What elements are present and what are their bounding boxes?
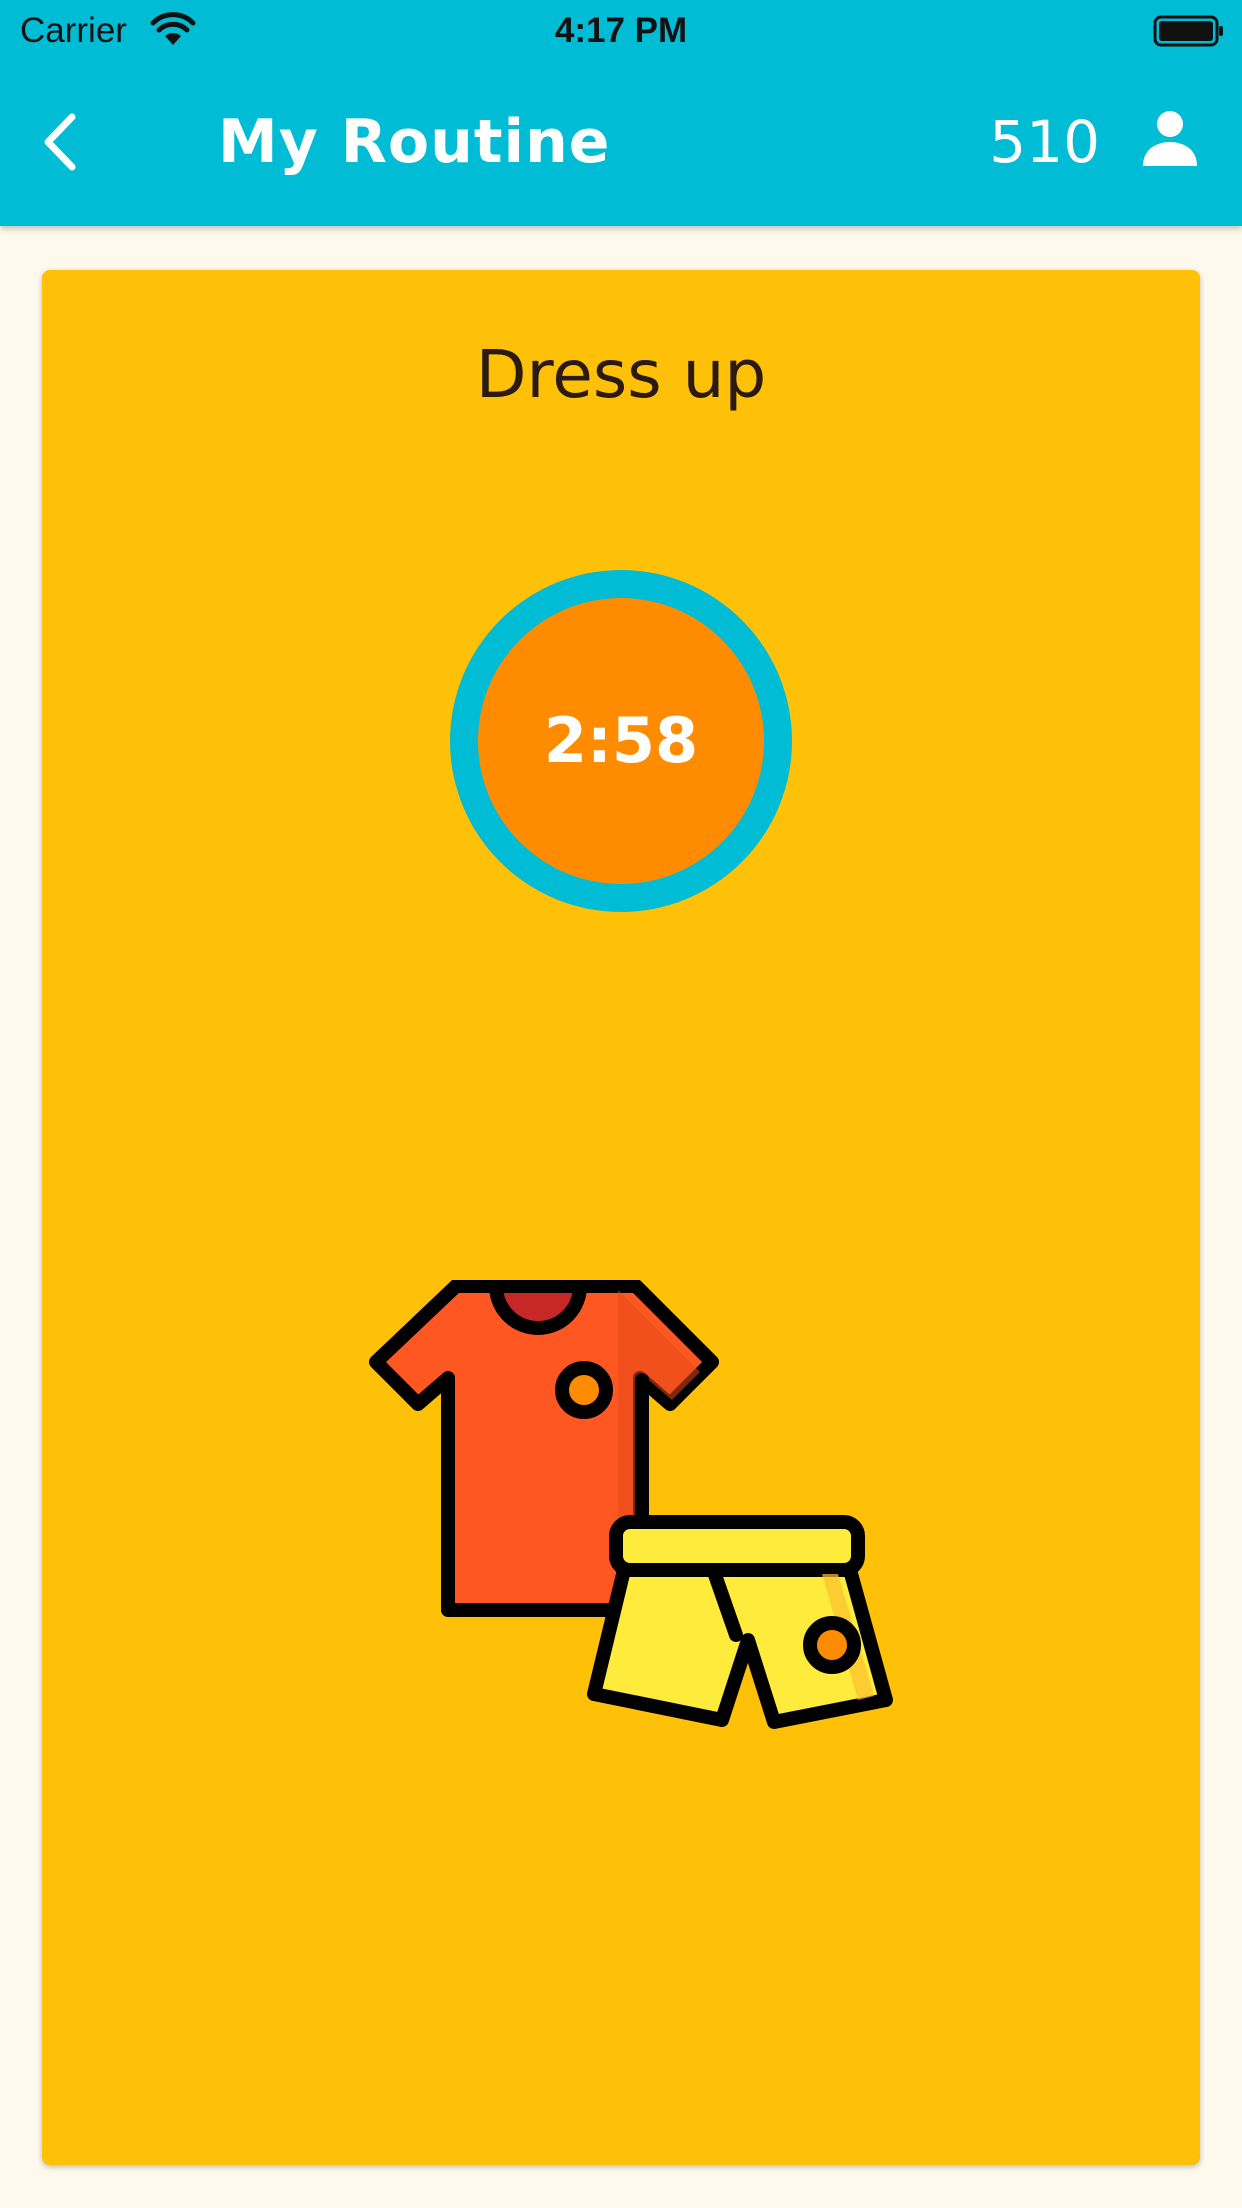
page-title: My Routine <box>218 107 611 177</box>
battery-icon <box>1153 15 1223 47</box>
clothes-icon <box>369 1280 893 1729</box>
shorts-icon <box>587 1515 893 1729</box>
back-chevron-icon[interactable] <box>30 107 100 177</box>
status-time: 4:17 PM <box>554 11 688 50</box>
timer-value: 2:58 <box>543 704 699 777</box>
top-bar: Carrier 4:17 PM My Routine 510 <box>0 0 1242 226</box>
task-title: Dress up <box>475 336 767 413</box>
person-icon[interactable] <box>1138 106 1202 170</box>
points-counter: 510 <box>989 108 1100 176</box>
task-card: Dress up 2:58 <box>42 270 1200 2165</box>
navigation-bar: My Routine 510 <box>0 62 1242 226</box>
countdown-timer: 2:58 <box>450 570 792 912</box>
status-bar: Carrier 4:17 PM <box>0 0 1242 62</box>
